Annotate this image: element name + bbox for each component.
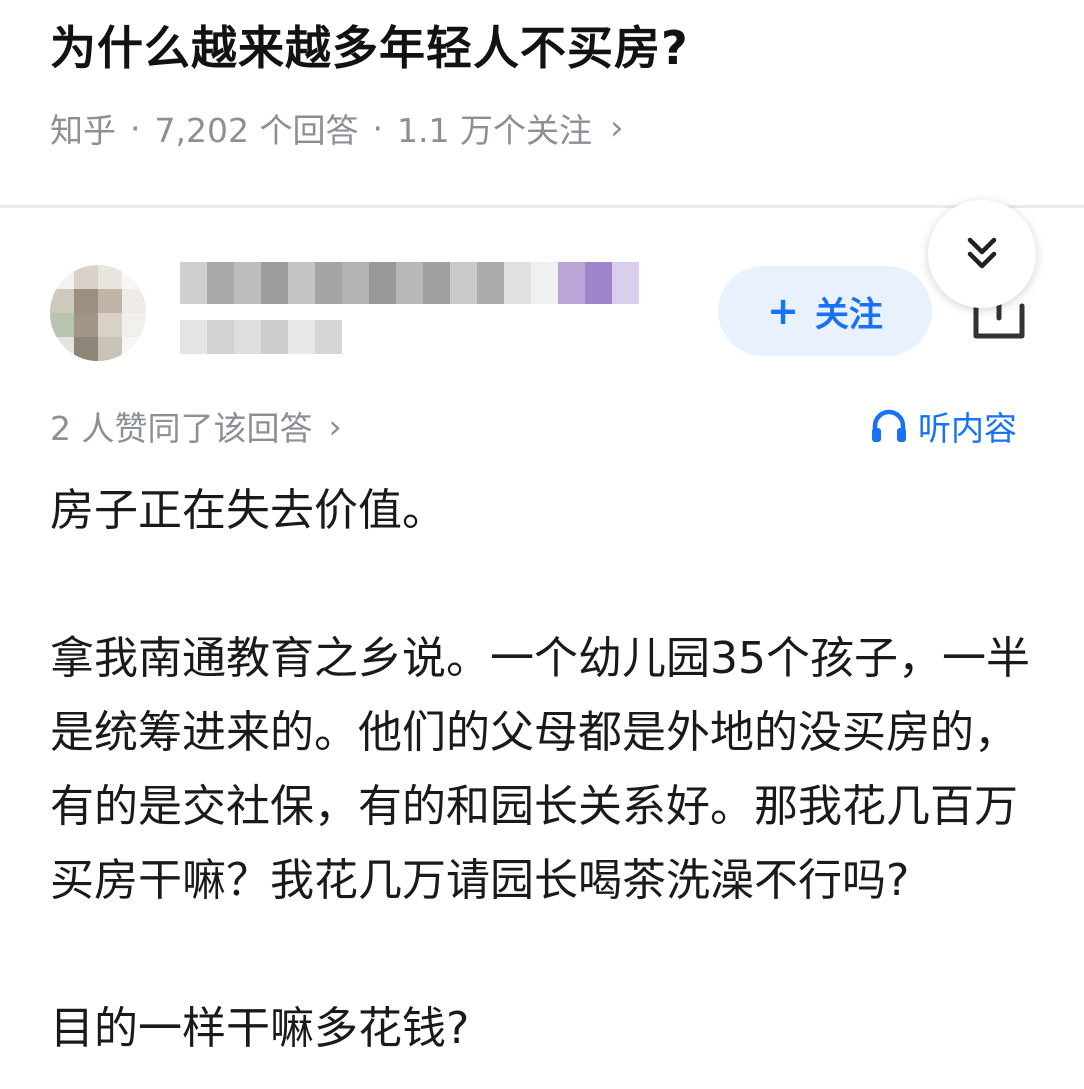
- follow-button[interactable]: + 关注: [718, 266, 932, 356]
- vote-count[interactable]: 2 人赞同了该回答 ›: [50, 402, 342, 450]
- author-name-blurred[interactable]: [180, 262, 639, 304]
- chevron-right-icon: ›: [328, 406, 342, 446]
- author-bio-blurred: [180, 320, 342, 354]
- divider: [0, 205, 1084, 208]
- vote-count-label: 2 人赞同了该回答: [50, 409, 313, 448]
- answer-paragraph: 房子正在失去价值。: [50, 485, 446, 536]
- answer-paragraph: 目的一样干嘛多花钱?: [50, 1003, 470, 1054]
- double-chevron-down-icon: [967, 237, 997, 269]
- question-title[interactable]: 为什么越来越多年轻人不买房?: [50, 12, 689, 78]
- chevron-right-icon: ›: [609, 108, 624, 148]
- follow-label: 关注: [814, 294, 883, 335]
- meta-separator: ·: [372, 108, 383, 148]
- follower-count: 1.1 万个关注: [396, 111, 592, 150]
- headphones-icon: [872, 409, 906, 442]
- question-meta[interactable]: 知乎 · 7,202 个回答 · 1.1 万个关注 ›: [50, 104, 624, 152]
- plus-icon: +: [767, 289, 799, 333]
- listen-label: 听内容: [918, 409, 1017, 448]
- meta-separator: ·: [130, 108, 141, 148]
- collapse-expand-button[interactable]: [928, 200, 1036, 308]
- answer-count: 7,202 个回答: [154, 111, 359, 150]
- source-label: 知乎: [50, 111, 116, 150]
- answer-content: 房子正在失去价值。 拿我南通教育之乡说。一个幼儿园35个孩子，一半是统筹进来的。…: [50, 474, 1040, 1066]
- avatar[interactable]: [50, 265, 146, 361]
- listen-button[interactable]: 听内容: [870, 402, 1017, 450]
- answer-paragraph: 拿我南通教育之乡说。一个幼儿园35个孩子，一半是统筹进来的。他们的父母都是外地的…: [50, 633, 1030, 906]
